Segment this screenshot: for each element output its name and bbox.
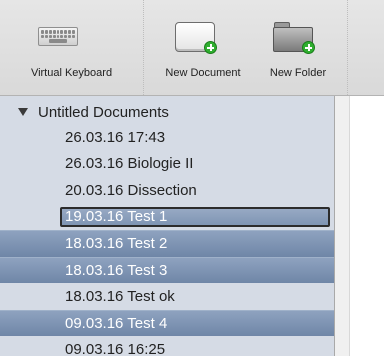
- new-document-icon: [175, 22, 217, 54]
- virtual-keyboard-label: Virtual Keyboard: [30, 67, 113, 79]
- list-item[interactable]: 26.03.16 17:43: [0, 124, 334, 151]
- document-sidebar: Untitled Documents 26.03.16 17:43 26.03.…: [0, 96, 334, 356]
- list-item[interactable]: 18.03.16 Test ok: [0, 283, 334, 310]
- list-item[interactable]: 09.03.16 16:25: [0, 336, 334, 356]
- document-label: 26.03.16 17:43: [65, 128, 166, 146]
- document-label: 26.03.16 Biologie II: [65, 155, 194, 173]
- list-item[interactable]: 20.03.16 Dissection: [0, 177, 334, 204]
- plus-icon: [204, 41, 217, 54]
- new-folder-icon: [273, 22, 315, 54]
- document-list: 26.03.16 17:43 26.03.16 Biologie II 20.0…: [0, 124, 334, 356]
- list-item-selected[interactable]: 18.03.16 Test 2: [0, 230, 334, 257]
- document-label: 09.03.16 16:25: [65, 340, 166, 356]
- list-item-selected[interactable]: 18.03.16 Test 3: [0, 256, 334, 283]
- keyboard-icon: [38, 27, 78, 46]
- plus-icon: [302, 41, 315, 54]
- disclosure-triangle-icon[interactable]: [18, 108, 28, 116]
- document-label: 20.03.16 Dissection: [65, 181, 197, 199]
- document-label: 09.03.16 Test 4: [65, 314, 168, 332]
- editor-area[interactable]: [349, 96, 384, 356]
- toolbar-separator: [347, 0, 348, 95]
- document-label: 18.03.16 Test 3: [65, 261, 168, 279]
- new-document-label: New Document: [165, 67, 241, 79]
- list-item-selected[interactable]: 09.03.16 Test 4: [0, 309, 334, 336]
- group-label: Untitled Documents: [38, 103, 169, 121]
- list-item-editing[interactable]: [0, 204, 334, 231]
- new-folder-button[interactable]: New Folder: [258, 0, 338, 95]
- rename-field[interactable]: [60, 206, 330, 227]
- group-untitled-documents[interactable]: Untitled Documents: [0, 100, 334, 124]
- list-item[interactable]: 26.03.16 Biologie II: [0, 151, 334, 178]
- new-document-button[interactable]: New Document: [148, 0, 258, 95]
- new-folder-label: New Folder: [269, 67, 327, 79]
- toolbar-separator: [143, 0, 144, 95]
- toolbar: Virtual Keyboard New Document New Folder: [0, 0, 384, 96]
- document-label: 18.03.16 Test ok: [65, 287, 175, 305]
- virtual-keyboard-button[interactable]: Virtual Keyboard: [0, 0, 143, 95]
- content-pane: [335, 96, 349, 356]
- document-label: 18.03.16 Test 2: [65, 235, 168, 253]
